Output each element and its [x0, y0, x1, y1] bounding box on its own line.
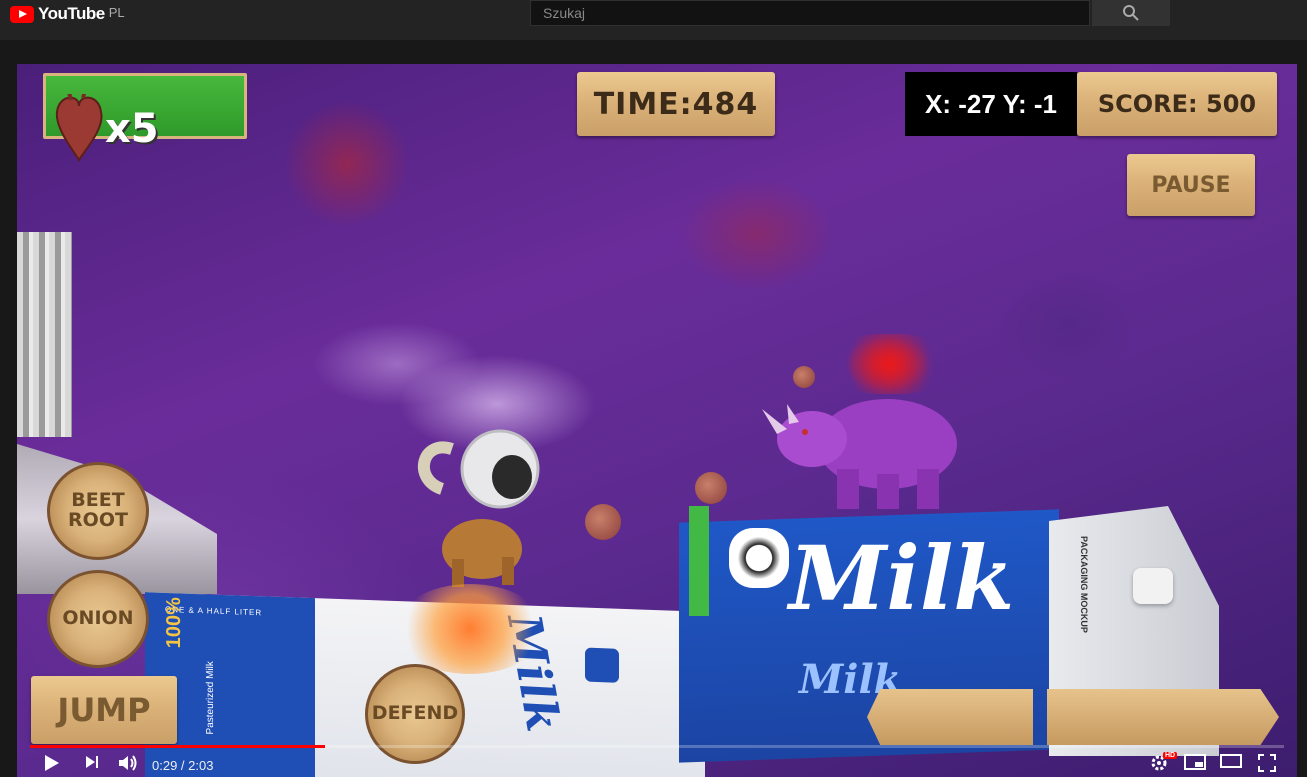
milk-left-desc: Pasteurized Milk — [205, 660, 216, 735]
search-input[interactable]: Szukaj — [530, 0, 1090, 26]
volume-icon — [119, 755, 137, 771]
move-left-button[interactable] — [867, 689, 1033, 745]
youtube-play-icon — [10, 5, 34, 23]
search-button[interactable] — [1092, 0, 1170, 26]
red-splat — [835, 334, 945, 394]
milk-left-pct: 100% — [163, 596, 185, 649]
milk-right-side-text: PACKAGING MOCKUP — [1079, 536, 1089, 633]
score-sign: SCORE: 500 — [1077, 72, 1277, 136]
next-icon — [86, 756, 98, 768]
hd-badge: HD — [1163, 752, 1178, 759]
beet-projectile — [585, 504, 621, 540]
logo-text: YouTube — [38, 4, 105, 23]
lives-count: x5 — [105, 106, 159, 152]
beet-projectile — [695, 472, 727, 504]
play-button[interactable] — [42, 754, 60, 772]
video-player[interactable]: ONE & A HALF LITER 100% Pasteurized Milk… — [17, 64, 1297, 777]
astronaut-goat — [418, 429, 540, 587]
play-icon — [45, 755, 59, 771]
volume-button[interactable] — [118, 754, 138, 772]
onion-button[interactable]: ONION — [47, 570, 149, 668]
settings-button[interactable]: HD — [1150, 752, 1178, 772]
cow-graphic — [729, 528, 789, 588]
logo-country: PL — [108, 4, 125, 20]
beetroot-button[interactable]: BEET ROOT — [47, 462, 149, 560]
theater-button[interactable] — [1220, 754, 1242, 768]
heart-icon — [55, 94, 103, 162]
pause-button[interactable]: PAUSE — [1127, 154, 1255, 216]
progress-fill — [30, 745, 325, 748]
time-display: 0:29 / 2:03 — [152, 758, 214, 773]
beet-projectile — [793, 366, 815, 388]
fullscreen-button[interactable] — [1258, 754, 1276, 772]
move-right-button[interactable] — [1047, 689, 1279, 745]
coords-readout: X: -27 Y: -1 — [905, 72, 1077, 136]
time-sign: TIME:484 — [577, 72, 775, 136]
masthead: YouTube PL Szukaj — [0, 0, 1307, 40]
milk-left-logo — [585, 647, 619, 683]
milk-right-title: Milk — [789, 526, 1015, 630]
miniplayer-icon — [1184, 754, 1206, 770]
fire-blast — [395, 584, 545, 674]
player-controls: 0:29 / 2:03 HD — [0, 750, 1307, 777]
milk-right-stripe — [689, 506, 709, 616]
purple-rhino — [762, 399, 957, 509]
fullscreen-icon — [1258, 754, 1276, 772]
youtube-logo[interactable]: YouTube PL — [10, 4, 125, 24]
milk-cap — [1133, 568, 1173, 604]
next-button[interactable] — [84, 754, 100, 770]
theater-icon — [1220, 754, 1242, 768]
defend-button[interactable]: DEFEND — [365, 664, 465, 764]
pixel-pillar — [17, 232, 72, 437]
jump-button[interactable]: JUMP — [31, 676, 177, 744]
miniplayer-button[interactable] — [1184, 754, 1206, 770]
search-icon — [1123, 5, 1139, 21]
